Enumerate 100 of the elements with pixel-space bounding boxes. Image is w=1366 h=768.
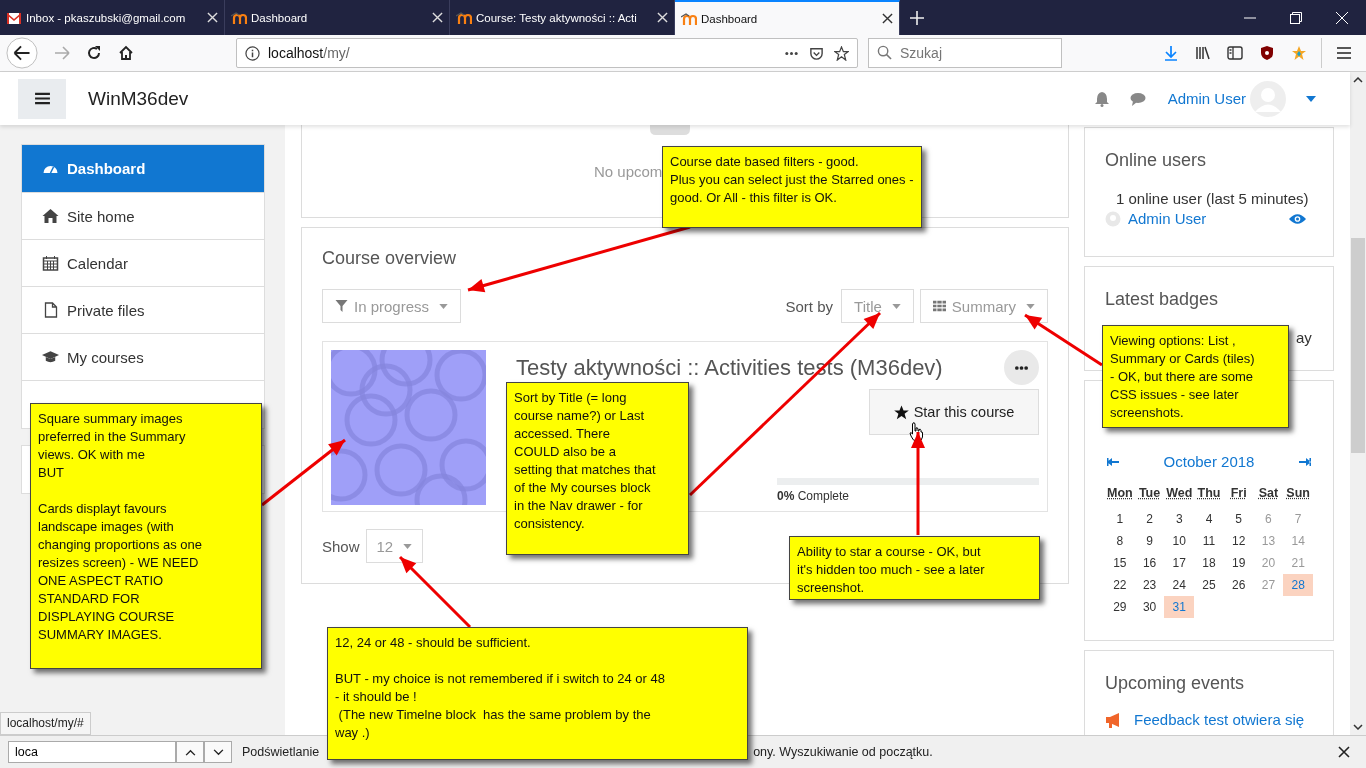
star-icon[interactable] bbox=[1291, 45, 1307, 61]
chevron-up-icon bbox=[184, 748, 196, 756]
browser-tab[interactable]: Dashboard bbox=[675, 0, 900, 35]
calendar-day[interactable]: 22 bbox=[1105, 574, 1135, 596]
weekday-header: Sun bbox=[1285, 486, 1311, 502]
shield-icon[interactable] bbox=[1259, 45, 1275, 61]
user-link[interactable]: Admin User bbox=[1128, 210, 1207, 227]
calendar-day[interactable]: 4 bbox=[1194, 508, 1224, 530]
empty-state-icon bbox=[650, 125, 690, 135]
user-name[interactable]: Admin User bbox=[1167, 90, 1246, 107]
restore-icon[interactable] bbox=[1290, 11, 1302, 24]
chevron-down-icon bbox=[212, 748, 224, 756]
scroll-up-icon[interactable] bbox=[1353, 77, 1363, 83]
annotation-note: Ability to star a course - OK, but it's hidden too much - see a later screenshot. bbox=[789, 536, 1040, 600]
chat-icon[interactable] bbox=[1129, 90, 1146, 107]
event-link[interactable]: Feedback test otwiera się bbox=[1134, 711, 1305, 728]
menu-icon[interactable] bbox=[1336, 45, 1352, 61]
status-url: localhost/my/# bbox=[0, 712, 91, 735]
calendar-day[interactable]: 3 bbox=[1164, 508, 1195, 530]
find-previous-button[interactable] bbox=[176, 741, 204, 763]
home-icon bbox=[42, 208, 59, 224]
calendar-day[interactable]: 16 bbox=[1134, 552, 1165, 574]
calendar-day[interactable]: 24 bbox=[1164, 574, 1195, 596]
grid-icon bbox=[932, 300, 946, 312]
calendar-day[interactable]: 15 bbox=[1105, 552, 1135, 574]
back-icon[interactable] bbox=[6, 37, 38, 69]
calendar-day[interactable]: 17 bbox=[1164, 552, 1195, 574]
previous-month-icon[interactable] bbox=[1107, 457, 1119, 466]
calendar-day[interactable]: 26 bbox=[1223, 574, 1254, 596]
online-summary: 1 online user (last 5 minutes) bbox=[1116, 190, 1310, 207]
find-option-text: Podświetlanie bbox=[242, 745, 320, 759]
block-title: Latest badges bbox=[1105, 289, 1220, 310]
weekday-header: Mon bbox=[1106, 486, 1134, 502]
progress-text: 0% Complete bbox=[777, 489, 851, 503]
address-bar[interactable]: localhost/my/ bbox=[236, 38, 858, 68]
more-button[interactable] bbox=[1004, 350, 1039, 385]
annotation-note: Square summary images preferred in the Summary views. OK with me BUT Cards displayt favours landscape images (with changing proportions as one resizes screen) - WE NEED ONE ASPECT RATIO STANDARD FOR DISPLAYING COURSE SUMMARY IMAGES. bbox=[30, 403, 262, 669]
file-icon bbox=[42, 302, 59, 318]
annotation-note: Course date based filters - good. Plus you can select just the Starred ones - good. Or All - this filter is OK. bbox=[662, 146, 922, 228]
badges-text: ay bbox=[1296, 329, 1312, 346]
calendar-day[interactable]: 9 bbox=[1134, 530, 1165, 552]
calendar-day[interactable]: 19 bbox=[1223, 552, 1254, 574]
library-icon[interactable] bbox=[1195, 45, 1211, 61]
annotation-note: 12, 24 or 48 - should be sufficient. BUT - my choice is not remembered if i switch to 24 or 48 - it should be ! (The new Timelne block has the same problem by the way .) bbox=[327, 627, 748, 760]
more-icon bbox=[1015, 365, 1028, 370]
block-title: Upcoming events bbox=[1105, 673, 1246, 694]
nav-item[interactable]: Dashboard bbox=[22, 145, 264, 193]
calendar-day[interactable]: 12 bbox=[1223, 530, 1254, 552]
download-icon[interactable] bbox=[1163, 45, 1179, 61]
calendar-day[interactable]: 8 bbox=[1105, 530, 1135, 552]
find-status-text: ony. Wyszukiwanie od początku. bbox=[753, 745, 933, 759]
close-icon[interactable] bbox=[1338, 746, 1350, 758]
annotation-note: Sort by Title (= long course name?) or Last accessed. There COULD also be a setting that matches that of the My courses block in the Nav drawer - for consistency. bbox=[506, 382, 689, 555]
show-label: Show bbox=[322, 537, 360, 555]
nav-item[interactable]: Private files bbox=[22, 287, 264, 334]
block-title: Course overview bbox=[322, 248, 458, 269]
caret-icon[interactable] bbox=[1306, 95, 1316, 102]
new-tab-icon[interactable] bbox=[910, 10, 924, 25]
star-course-button[interactable]: Star this course bbox=[869, 389, 1039, 435]
eye-icon[interactable] bbox=[1289, 212, 1306, 225]
next-month-icon[interactable] bbox=[1299, 457, 1311, 466]
bookmark-star-icon[interactable] bbox=[834, 45, 849, 61]
find-next-button[interactable] bbox=[204, 741, 232, 763]
nav-item[interactable]: My courses bbox=[22, 334, 264, 381]
search-icon bbox=[877, 45, 892, 60]
caret-icon bbox=[1026, 303, 1035, 309]
nav-item[interactable]: Site home bbox=[22, 193, 264, 240]
calendar-day[interactable]: 18 bbox=[1194, 552, 1224, 574]
calendar-day[interactable]: 29 bbox=[1105, 596, 1135, 618]
calendar-day[interactable]: 23 bbox=[1134, 574, 1165, 596]
weekday-header: Sat bbox=[1257, 486, 1280, 502]
calendar-day[interactable]: 25 bbox=[1194, 574, 1224, 596]
calendar-day[interactable]: 30 bbox=[1134, 596, 1165, 618]
sort-label: Sort by bbox=[785, 297, 834, 315]
calendar-day[interactable]: 2 bbox=[1134, 508, 1165, 530]
site-name[interactable]: WinM36dev bbox=[88, 87, 189, 110]
scrollbar[interactable] bbox=[1350, 72, 1366, 735]
pocket-icon[interactable] bbox=[809, 45, 824, 61]
menu-button[interactable] bbox=[18, 78, 66, 119]
caret-icon bbox=[891, 303, 901, 309]
sidebar-icon[interactable] bbox=[1227, 45, 1243, 61]
bell-icon[interactable] bbox=[1093, 90, 1110, 107]
calendar-day[interactable]: 11 bbox=[1194, 530, 1224, 552]
scroll-down-icon[interactable] bbox=[1353, 724, 1363, 730]
weekday-header: Fri bbox=[1229, 486, 1248, 502]
reload-icon[interactable] bbox=[86, 45, 102, 61]
find-field[interactable]: loca bbox=[8, 741, 176, 763]
caret-icon bbox=[439, 303, 449, 309]
month-title[interactable]: October 2018 bbox=[1163, 453, 1255, 470]
search-field[interactable]: Szukaj bbox=[868, 38, 1062, 68]
weekday-header: Tue bbox=[1137, 486, 1162, 502]
calendar-day[interactable]: 1 bbox=[1105, 508, 1135, 530]
home-icon[interactable] bbox=[118, 45, 134, 61]
close-icon[interactable] bbox=[882, 13, 893, 24]
calendar-icon bbox=[42, 255, 59, 271]
nav-item[interactable]: Calendar bbox=[22, 240, 264, 287]
block-title: Online users bbox=[1105, 150, 1208, 171]
calendar-day[interactable]: 5 bbox=[1223, 508, 1254, 530]
calendar-day[interactable]: 10 bbox=[1164, 530, 1195, 552]
weekday-header: Wed bbox=[1165, 486, 1194, 502]
